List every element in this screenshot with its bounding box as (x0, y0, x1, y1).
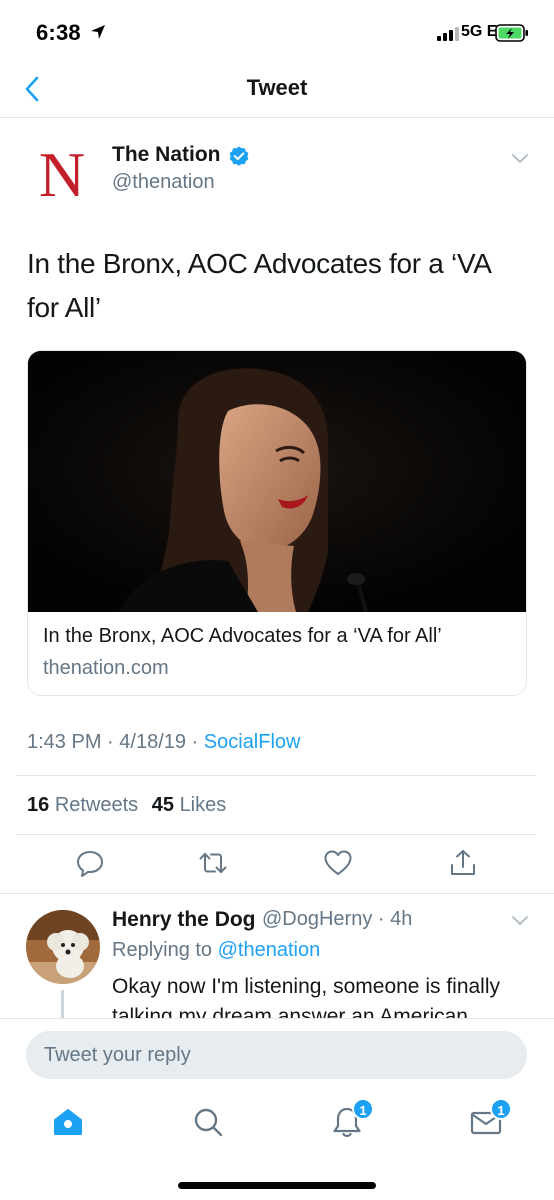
tab-bar: 1 1 (0, 1094, 554, 1164)
messages-badge: 1 (490, 1098, 512, 1120)
divider (16, 834, 536, 835)
card-image (28, 351, 526, 612)
retweets-count: 16 (27, 794, 50, 816)
tweet-meta: 1:43 PM · 4/18/19 · SocialFlow (27, 731, 301, 753)
tweet-actions (0, 848, 554, 882)
reply-author-meta: @DogHerny · 4h (262, 908, 413, 930)
tweet-date: 4/18/19 (119, 731, 186, 753)
reply-author-handle[interactable]: @DogHerny (262, 908, 372, 930)
reply-text: Okay now I'm listening, someone is final… (112, 975, 501, 1018)
link-card[interactable]: In the Bronx, AOC Advocates for a ‘VA fo… (27, 350, 527, 696)
author-handle[interactable]: @thenation (112, 171, 215, 194)
replying-mention[interactable]: @thenation (218, 939, 321, 961)
verified-badge-icon (229, 146, 249, 166)
the-nation-logo[interactable]: N (30, 140, 94, 204)
home-indicator (178, 1182, 376, 1189)
author-name[interactable]: The Nation (112, 143, 221, 167)
chevron-down-icon[interactable] (510, 912, 530, 928)
chevron-down-icon[interactable] (510, 150, 530, 166)
card-domain: thenation.com (43, 657, 169, 679)
tweet-text: In the Bronx, AOC Advocates for a ‘VA fo… (27, 248, 491, 323)
replying-label: Replying to (112, 939, 213, 961)
divider (16, 775, 536, 776)
thread-line (61, 990, 64, 1020)
tweet-source-link[interactable]: SocialFlow (204, 731, 301, 753)
like-heart-icon[interactable] (323, 848, 353, 878)
logo-letter: N (39, 140, 85, 204)
reply-age: 4h (390, 908, 413, 930)
reply-avatar[interactable] (26, 910, 100, 984)
reply-icon[interactable] (75, 848, 105, 878)
retweets-label: Retweets (54, 794, 139, 816)
likes-label: Likes (179, 794, 227, 816)
tweet-time: 1:43 PM (27, 731, 102, 753)
likes-stat[interactable]: 45 Likes (152, 794, 227, 816)
retweets-stat[interactable]: 16 Retweets (27, 794, 138, 816)
home-icon[interactable] (48, 1102, 88, 1142)
nav-bar: Tweet (0, 62, 554, 118)
location-arrow-icon (91, 25, 105, 39)
likes-count: 45 (151, 794, 174, 816)
card-title: In the Bronx, AOC Advocates for a ‘VA fo… (43, 625, 442, 647)
network-label: 5G E (461, 23, 498, 40)
retweet-icon[interactable] (198, 848, 228, 878)
search-icon[interactable] (188, 1102, 228, 1142)
tweet-stats: 16 Retweets 45 Likes (27, 794, 234, 817)
status-bar: 6:38 5G E (0, 0, 554, 62)
divider (0, 893, 554, 894)
notifications-badge: 1 (352, 1098, 374, 1120)
page-title: Tweet (246, 75, 308, 100)
battery-charging-icon (495, 24, 528, 42)
share-icon[interactable] (448, 848, 478, 878)
status-time: 6:38 (36, 20, 81, 45)
reply-input[interactable] (26, 1031, 527, 1079)
reply-author-name[interactable]: Henry the Dog (112, 908, 256, 932)
replying-to: Replying to @thenation (112, 939, 320, 962)
signal-icon (437, 27, 459, 41)
